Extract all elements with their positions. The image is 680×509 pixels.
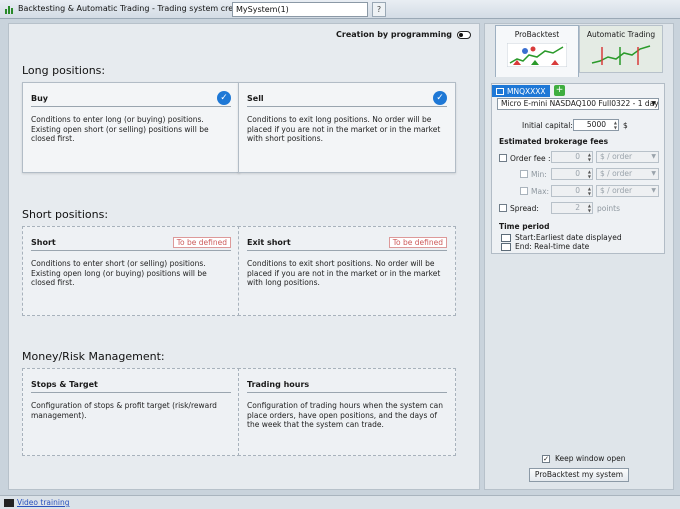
long-positions-title: Long positions:	[22, 64, 106, 77]
automatic-trading-chart-icon	[591, 45, 651, 65]
trading-hours-description: Configuration of trading hours when the …	[247, 401, 443, 429]
calendar-icon[interactable]	[501, 243, 511, 251]
stepper-icon[interactable]: ▲ ▼	[588, 186, 591, 196]
stepper-icon[interactable]: ▲ ▼	[588, 169, 591, 179]
buy-description: Conditions to enter long (or buying) pos…	[31, 115, 209, 143]
short-description: Conditions to enter short (or selling) p…	[31, 259, 207, 287]
tab-probacktest[interactable]: ProBacktest	[495, 25, 579, 77]
short-card[interactable]: Short To be defined Conditions to enter …	[22, 226, 240, 316]
order-fee-unit: $ / order	[600, 152, 633, 161]
order-fee-unit-select[interactable]: $ / order ▼	[596, 151, 659, 163]
spread-label: Spread:	[510, 204, 539, 213]
to-be-defined-badge: To be defined	[388, 236, 447, 248]
end-period: End: Real-time date	[515, 242, 590, 251]
bottom-bar: Video training	[0, 495, 680, 509]
sell-title: Sell	[247, 93, 264, 103]
min-fee-input[interactable]: 0 ▲ ▼	[551, 168, 593, 180]
initial-capital-value: 5000	[586, 120, 606, 129]
order-fee-checkbox[interactable]	[499, 154, 507, 162]
check-icon: ✓	[217, 91, 231, 105]
instrument-tab[interactable]: MNQXXXX	[492, 85, 550, 97]
buy-card[interactable]: Buy ✓ Conditions to enter long (or buyin…	[22, 82, 240, 173]
trading-hours-title: Trading hours	[247, 379, 310, 389]
system-name-input[interactable]	[232, 2, 368, 17]
min-fee-unit-select[interactable]: $ / order ▼	[596, 168, 659, 180]
programming-toggle[interactable]	[457, 30, 471, 39]
max-fee-value: 0	[575, 186, 580, 195]
video-training-link[interactable]: Video training	[17, 498, 69, 507]
tab-probacktest-label: ProBacktest	[514, 30, 560, 39]
creation-by-programming[interactable]: Creation by programming	[336, 30, 471, 39]
trading-hours-card[interactable]: Trading hours Configuration of trading h…	[238, 368, 456, 456]
buy-title: Buy	[31, 93, 49, 103]
initial-capital-label: Initial capital:	[522, 121, 573, 130]
title-bar: Backtesting & Automatic Trading - Tradin…	[0, 0, 680, 19]
money-risk-title: Money/Risk Management:	[22, 350, 165, 363]
initial-capital-input[interactable]: 5000 ▲ ▼	[573, 119, 619, 131]
add-instrument-icon[interactable]: +	[554, 85, 565, 96]
max-label: Max:	[531, 187, 550, 196]
max-fee-checkbox[interactable]	[520, 187, 528, 195]
calendar-icon[interactable]	[501, 234, 511, 242]
to-be-defined-badge: To be defined	[172, 236, 231, 248]
sell-description: Conditions to exit long positions. No or…	[247, 115, 441, 143]
exit-short-description: Conditions to exit short positions. No o…	[247, 259, 441, 287]
short-title: Short	[31, 237, 56, 247]
window-title: Backtesting & Automatic Trading - Tradin…	[18, 4, 254, 13]
spread-value: 2	[575, 203, 580, 212]
order-fee-value: 0	[575, 152, 580, 161]
time-period-title: Time period	[499, 222, 550, 231]
tab-automatic-trading[interactable]: Automatic Trading	[579, 25, 663, 73]
probacktest-chart-icon	[507, 43, 567, 67]
spread-checkbox[interactable]	[499, 204, 507, 212]
spread-input[interactable]: 2 ▲ ▼	[551, 202, 593, 214]
chevron-down-icon: ▼	[651, 100, 656, 107]
order-fee-input[interactable]: 0 ▲ ▼	[551, 151, 593, 163]
instrument-tab-label: MNQXXXX	[507, 86, 546, 96]
keep-window-open[interactable]: ✓ Keep window open	[542, 454, 625, 463]
app-chart-icon	[4, 4, 15, 15]
stops-title: Stops & Target	[31, 379, 98, 389]
min-label: Min:	[531, 170, 547, 179]
exit-short-card[interactable]: Exit short To be defined Conditions to e…	[238, 226, 456, 316]
start-period: Start:Earliest date displayed	[515, 233, 622, 242]
stops-description: Configuration of stops & profit target (…	[31, 401, 217, 420]
currency-label: $	[623, 121, 628, 130]
spread-unit: points	[597, 204, 621, 213]
min-fee-checkbox[interactable]	[520, 170, 528, 178]
tab-automatic-trading-label: Automatic Trading	[586, 30, 656, 39]
check-icon: ✓	[433, 91, 447, 105]
max-fee-unit: $ / order	[600, 186, 633, 195]
short-positions-title: Short positions:	[22, 208, 109, 221]
keep-window-label: Keep window open	[555, 454, 626, 463]
stops-target-card[interactable]: Stops & Target Configuration of stops & …	[22, 368, 240, 456]
stepper-icon[interactable]: ▲ ▼	[614, 120, 617, 130]
chevron-down-icon: ▼	[651, 153, 656, 160]
probacktest-button[interactable]: ProBacktest my system	[529, 468, 629, 482]
main-panel: Creation by programming Long positions: …	[8, 23, 480, 490]
creation-label: Creation by programming	[336, 30, 452, 39]
video-icon	[4, 499, 14, 507]
max-fee-unit-select[interactable]: $ / order ▼	[596, 185, 659, 197]
help-icon[interactable]: ?	[372, 2, 386, 17]
instrument-select-value: Micro E-mini NASDAQ100 Full0322 - 1 day	[501, 99, 659, 108]
min-fee-value: 0	[575, 169, 580, 178]
chevron-down-icon: ▼	[651, 187, 656, 194]
exit-short-title: Exit short	[247, 237, 291, 247]
max-fee-input[interactable]: 0 ▲ ▼	[551, 185, 593, 197]
order-fee-label: Order fee :	[510, 154, 551, 163]
keep-window-checkbox[interactable]: ✓	[542, 454, 550, 463]
instrument-select[interactable]: Micro E-mini NASDAQ100 Full0322 - 1 day …	[497, 98, 659, 110]
stepper-icon[interactable]: ▲ ▼	[588, 203, 591, 213]
stepper-icon[interactable]: ▲ ▼	[588, 152, 591, 162]
min-fee-unit: $ / order	[600, 169, 633, 178]
chevron-down-icon: ▼	[651, 170, 656, 177]
fees-title: Estimated brokerage fees	[499, 137, 609, 146]
chart-window-icon	[496, 87, 504, 95]
right-panel: ProBacktest Automatic Trading MNQXXXX + …	[484, 23, 674, 490]
sell-card[interactable]: Sell ✓ Conditions to exit long positions…	[238, 82, 456, 173]
